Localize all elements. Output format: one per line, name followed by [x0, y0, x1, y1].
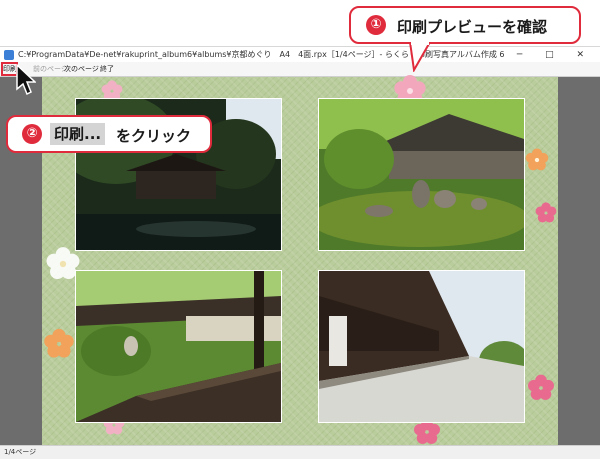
next-page-button[interactable]: 次のページ: [64, 62, 99, 76]
preview-toolbar: 印刷 前のページ 次のページ 終了: [0, 62, 600, 77]
callout-step-1: ① 印刷プレビューを確認: [349, 6, 581, 44]
window-title-bar: C:¥ProgramData¥De-net¥rakuprint_album6¥a…: [0, 46, 600, 63]
window-controls[interactable]: ─ □ ✕: [517, 47, 594, 63]
close-button[interactable]: 終了: [100, 62, 114, 76]
page-indicator: 1/4ページ: [4, 448, 37, 456]
step-number-badge: ②: [22, 124, 42, 144]
orange-flower-decoration-icon: [525, 148, 549, 171]
orange-flower-decoration-icon: [44, 328, 74, 358]
rock-garden-photo: [319, 99, 524, 250]
callout-step-2-text: をクリック: [116, 127, 192, 145]
temple-corridor-photo: [76, 271, 281, 422]
sakura-decoration-icon: [528, 374, 554, 400]
print-menu-label: 印刷...: [50, 123, 106, 145]
mouse-cursor-icon: [16, 64, 36, 96]
callout-step-1-text: 印刷プレビューを確認: [397, 18, 548, 36]
status-bar: 1/4ページ: [0, 445, 600, 459]
callout-1-pointer-icon: [408, 42, 432, 72]
app-icon: [4, 50, 14, 60]
step-number-badge: ①: [366, 15, 386, 35]
album-photo-4[interactable]: [318, 270, 525, 423]
callout-step-2: ② 印刷... をクリック: [6, 115, 212, 153]
prev-page-button[interactable]: 前のページ: [33, 62, 68, 76]
album-photo-3[interactable]: [75, 270, 282, 423]
album-photo-2[interactable]: [318, 98, 525, 251]
sakura-decoration-icon: [535, 202, 557, 223]
temple-hall-photo: [319, 271, 524, 422]
